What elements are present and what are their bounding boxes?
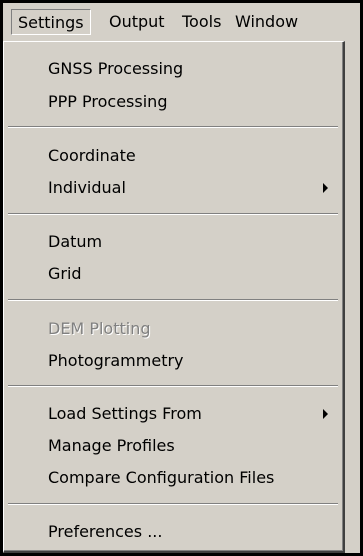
menu-separator xyxy=(8,299,338,301)
menu-item-preferences[interactable]: Preferences ... xyxy=(6,517,340,547)
menu-item-load-settings-from[interactable]: Load Settings From xyxy=(6,399,340,429)
menu-output[interactable]: Output xyxy=(103,9,171,35)
menu-tools[interactable]: Tools xyxy=(176,9,227,35)
menu-item-photogrammetry[interactable]: Photogrammetry xyxy=(6,346,340,376)
menu-item-datum[interactable]: Datum xyxy=(6,227,340,257)
menu-item-load-settings-from-label: Load Settings From xyxy=(48,404,202,423)
menu-item-manage-profiles[interactable]: Manage Profiles xyxy=(6,431,340,461)
menu-separator xyxy=(8,126,338,128)
settings-dropdown-menu: GNSS Processing PPP Processing Coordinat… xyxy=(3,41,345,553)
menu-separator xyxy=(8,503,338,505)
menu-item-individual-label: Individual xyxy=(48,178,126,197)
menu-window[interactable]: Window xyxy=(229,9,304,35)
menu-item-dem-plotting: DEM Plotting xyxy=(48,319,151,338)
submenu-arrow-icon xyxy=(323,183,328,193)
menu-item-grid[interactable]: Grid xyxy=(6,259,340,289)
menu-separator xyxy=(8,213,338,215)
menu-item-ppp-processing[interactable]: PPP Processing xyxy=(6,87,340,117)
menu-item-gnss-processing[interactable]: GNSS Processing xyxy=(6,54,340,84)
submenu-arrow-icon xyxy=(323,409,328,419)
menu-item-individual[interactable]: Individual xyxy=(6,173,340,203)
menu-separator xyxy=(8,385,338,387)
menu-item-compare-configuration-files[interactable]: Compare Configuration Files xyxy=(6,463,340,493)
menu-bar: Settings Output Tools Window xyxy=(3,3,360,41)
menu-item-coordinate[interactable]: Coordinate xyxy=(6,141,340,171)
menu-settings[interactable]: Settings xyxy=(11,9,91,35)
